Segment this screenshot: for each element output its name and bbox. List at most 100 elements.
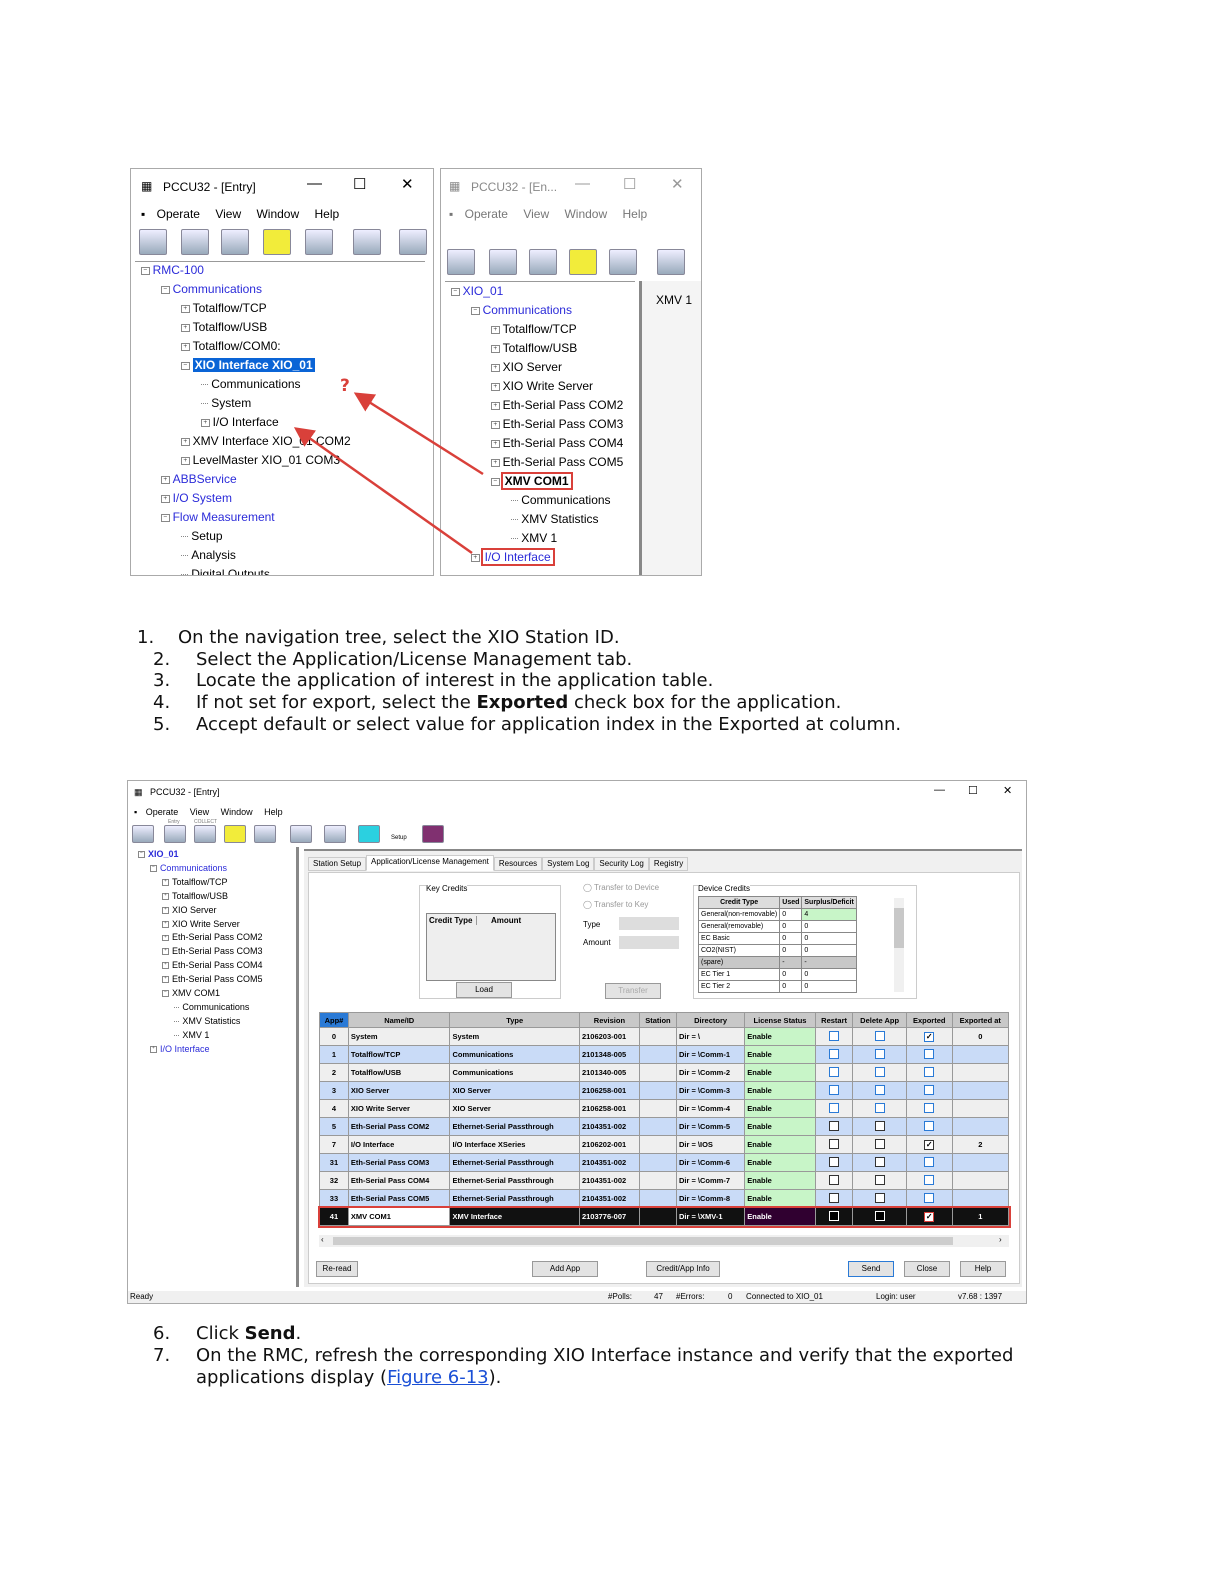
tree-item[interactable]: + XIO Write Server [162, 919, 240, 929]
delete-app-checkbox[interactable] [874, 1192, 885, 1203]
type-select[interactable] [619, 917, 679, 930]
expand-icon[interactable]: + [162, 976, 169, 984]
refresh-folder-icon[interactable] [224, 825, 246, 843]
tree-item[interactable]: − Communications [150, 863, 227, 873]
menu-help[interactable]: Help [264, 807, 283, 817]
delete-app-checkbox[interactable] [874, 1138, 885, 1149]
exported-checkbox[interactable] [924, 1066, 935, 1077]
column-header[interactable]: Directory [675, 1012, 746, 1028]
delete-app-checkbox[interactable] [874, 1120, 885, 1131]
table-row[interactable]: 4 XIO Write Server XIO Server 2106258-001 Di… [319, 1099, 1010, 1118]
send-button[interactable]: Send [848, 1261, 894, 1277]
tab-security-log[interactable]: Security Log [594, 857, 649, 871]
credit-app-info-button[interactable]: Credit/App Info [646, 1261, 720, 1277]
column-header[interactable]: Delete App [852, 1012, 907, 1028]
delete-app-checkbox[interactable] [874, 1084, 885, 1095]
expand-icon[interactable]: + [162, 962, 169, 970]
exported-checkbox[interactable] [924, 1048, 935, 1059]
cell-exported-at[interactable]: 0 [951, 1027, 1010, 1046]
table-row[interactable]: 31 Eth-Serial Pass COM3 Ethernet-Serial Pa… [319, 1153, 1010, 1172]
cell-exported-at[interactable] [951, 1063, 1010, 1082]
tab-resources[interactable]: Resources [493, 857, 543, 871]
table-row[interactable]: 41 XMV COM1 XMV Interface 2103776-007 Dir = … [317, 1205, 1011, 1228]
column-header[interactable]: Revision [578, 1012, 640, 1028]
restart-checkbox[interactable] [829, 1102, 840, 1113]
tab-application-license-management[interactable]: Application/License Management [366, 855, 494, 871]
horizontal-scrollbar[interactable]: ‹ › [319, 1235, 1009, 1247]
transfer-button[interactable]: Transfer [605, 983, 661, 999]
restart-checkbox[interactable] [829, 1048, 840, 1059]
column-header[interactable]: Restart [814, 1012, 854, 1028]
column-header[interactable]: App# [319, 1012, 349, 1028]
cell-exported-at[interactable] [951, 1153, 1010, 1172]
add-app-button[interactable]: Add App [532, 1261, 598, 1277]
table-row[interactable]: 5 Eth-Serial Pass COM2 Ethernet-Serial Pas… [319, 1117, 1010, 1136]
cell-exported-at[interactable] [951, 1117, 1010, 1136]
collect-icon[interactable]: COLLECT [194, 819, 217, 843]
exported-checkbox[interactable]: ✓ [924, 1211, 935, 1222]
modbus-icon[interactable] [290, 825, 312, 843]
restart-checkbox[interactable] [829, 1084, 840, 1095]
collapse-icon[interactable]: − [138, 851, 145, 859]
device-credits-scrollbar[interactable] [894, 898, 904, 992]
column-header[interactable]: Exported [905, 1012, 953, 1028]
delete-app-checkbox[interactable] [874, 1174, 885, 1185]
load-button[interactable]: Load [456, 982, 512, 998]
disconnect-icon[interactable] [132, 825, 154, 843]
restart-checkbox[interactable] [829, 1174, 840, 1185]
restart-checkbox[interactable] [829, 1192, 840, 1203]
column-header[interactable]: Station [638, 1012, 677, 1028]
delete-app-checkbox[interactable] [874, 1048, 885, 1059]
tree-item[interactable]: XMV Statistics [174, 1016, 240, 1026]
expand-icon[interactable]: + [162, 906, 169, 914]
restart-checkbox[interactable] [829, 1030, 840, 1041]
delete-app-checkbox[interactable] [874, 1210, 885, 1221]
expand-icon[interactable]: + [150, 1045, 157, 1053]
table-row[interactable]: 0 System System 2106203-001 Dir = \ Enable ✓ 0 [319, 1027, 1010, 1046]
expand-icon[interactable]: + [162, 948, 169, 956]
tree-item[interactable]: + Eth-Serial Pass COM4 [162, 960, 262, 970]
setup-icon[interactable]: Setup [388, 825, 410, 843]
cell-exported-at[interactable] [951, 1081, 1010, 1100]
column-header[interactable]: Type [449, 1012, 580, 1028]
expand-icon[interactable]: + [162, 892, 169, 900]
delete-app-checkbox[interactable] [874, 1030, 885, 1041]
cell-exported-at[interactable]: 1 [951, 1207, 1010, 1226]
maximize-icon[interactable]: ☐ [968, 784, 978, 797]
cell-exported-at[interactable] [951, 1099, 1010, 1118]
exported-checkbox[interactable] [924, 1084, 935, 1095]
help-book-icon[interactable] [422, 825, 444, 843]
tree-item[interactable]: + Eth-Serial Pass COM3 [162, 946, 262, 956]
exported-checkbox[interactable] [924, 1102, 935, 1113]
collapse-icon[interactable]: − [150, 865, 157, 872]
tree-item[interactable]: − XIO_01 [138, 849, 178, 859]
close-button[interactable]: Close [904, 1261, 950, 1277]
id-icon[interactable] [358, 825, 380, 843]
cell-exported-at[interactable] [951, 1045, 1010, 1064]
tab-registry[interactable]: Registry [648, 857, 689, 871]
exported-checkbox[interactable]: ✓ [924, 1031, 935, 1042]
tab-station-setup[interactable]: Station Setup [308, 857, 367, 871]
menu-operate[interactable]: Operate [146, 807, 179, 817]
table-row[interactable]: 2 Totalflow/USB Communications 2101340-005 D… [319, 1063, 1010, 1082]
table-row[interactable]: 1 Totalflow/TCP Communications 2101348-005 D… [319, 1045, 1010, 1064]
exported-checkbox[interactable] [924, 1120, 935, 1131]
exported-checkbox[interactable] [924, 1192, 935, 1203]
delete-app-checkbox[interactable] [874, 1156, 885, 1167]
column-header[interactable]: Name/ID [347, 1012, 451, 1028]
transfer-to-device-radio[interactable]: ◯ Transfer to Device [583, 883, 659, 892]
minimize-icon[interactable]: — [934, 784, 945, 796]
cell-exported-at[interactable]: 2 [951, 1135, 1010, 1154]
expand-icon[interactable]: + [162, 934, 169, 942]
tree-item[interactable]: − XMV COM1 [162, 988, 220, 998]
tree-item[interactable]: + Totalflow/USB [162, 891, 228, 901]
table-row[interactable]: 3 XIO Server XIO Server 2106258-001 Dir = \C… [319, 1081, 1010, 1100]
delete-app-checkbox[interactable] [874, 1066, 885, 1077]
exported-checkbox[interactable] [924, 1156, 935, 1167]
transfer-to-key-radio[interactable]: ◯ Transfer to Key [583, 900, 648, 909]
tree-item[interactable]: + Eth-Serial Pass COM5 [162, 974, 262, 984]
tree-item[interactable]: Communications [174, 1002, 249, 1012]
table-row[interactable]: 7 I/O Interface I/O Interface XSeries 21062… [319, 1135, 1010, 1154]
tools-icon[interactable] [254, 825, 276, 843]
tree-item[interactable]: XMV 1 [174, 1030, 209, 1040]
